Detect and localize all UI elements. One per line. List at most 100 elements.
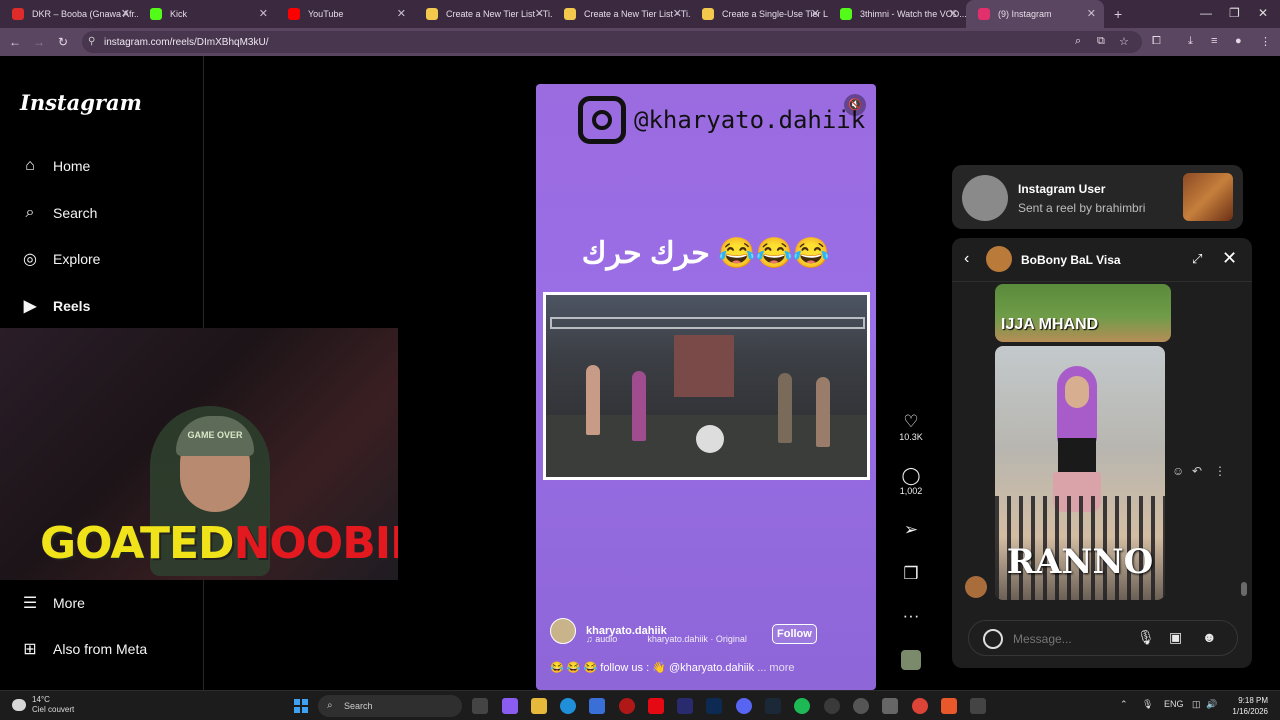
weather-widget[interactable]: 14°C Ciel couvert [32,695,74,715]
back-icon[interactable]: ‹ [964,250,969,268]
close-tab-icon[interactable]: ✕ [949,7,958,20]
settings-icon[interactable] [882,698,898,714]
like-button[interactable]: ♡ 10.3K [896,412,926,442]
close-tab-icon[interactable]: ✕ [397,7,406,20]
snipping-tool-icon[interactable] [970,698,986,714]
spotify-icon[interactable] [794,698,810,714]
app-icon[interactable] [941,698,957,714]
steam-icon[interactable] [765,698,781,714]
edge-icon[interactable] [560,698,576,714]
taskbar-search[interactable]: ⌕ Search [318,695,462,717]
task-view-icon[interactable] [472,698,488,714]
clock[interactable]: 9:18 PM 1/16/2026 [1222,695,1268,717]
react-emoji-icon[interactable]: ☺ [1172,464,1184,478]
browser-menu-icon[interactable]: ⋮ [1260,35,1271,48]
app-icon[interactable] [853,698,869,714]
downloads-icon[interactable]: ⤓ [1188,35,1193,48]
performer [632,371,646,441]
browser-tab[interactable]: Create a New Tier List - Ti... ✕ [414,0,552,28]
premiere-icon[interactable] [677,698,693,714]
sidebar-item-reels[interactable]: ▶ Reels [20,296,91,316]
share-button[interactable]: ➢ [896,520,926,540]
close-tab-icon[interactable]: ✕ [259,7,268,20]
restore-icon[interactable]: ❐ [1229,6,1240,20]
close-window-icon[interactable]: ✕ [1258,6,1268,20]
sidebar-item-explore[interactable]: ◎ Explore [20,249,100,269]
close-tab-icon[interactable]: ✕ [1087,7,1096,20]
instagram-logo[interactable]: Instagram [20,90,142,115]
browser-tab[interactable]: YouTube ✕ [276,0,414,28]
image-icon[interactable]: ▣ [1169,629,1182,646]
forward-icon[interactable]: → [27,35,51,49]
copilot-icon[interactable] [502,698,518,714]
browser-tab[interactable]: 3thimni - Watch the VOD... ✕ [828,0,966,28]
discord-icon[interactable] [736,698,752,714]
shared-reel-message[interactable]: RANNO [995,346,1165,600]
chat-scrollbar[interactable] [1241,286,1247,604]
message-input[interactable] [1013,632,1123,646]
extensions-icon[interactable]: ⧠ [1152,35,1161,48]
chat-avatar[interactable] [986,246,1012,272]
store-icon[interactable] [589,698,605,714]
shared-reel-message[interactable]: IJJA MHAND [995,284,1171,342]
sidebar-item-also-from-meta[interactable]: ⊞ Also from Meta [20,639,147,659]
close-tab-icon[interactable]: ✕ [535,7,544,20]
audio-thumbnail[interactable] [896,650,926,672]
browser-tab[interactable]: DKR – Booba (Gnawa Afr... ✕ [0,0,138,28]
bookmark-star-icon[interactable]: ☆ [1119,35,1129,48]
save-button[interactable]: ❒ [896,564,926,584]
reload-icon[interactable]: ↻ [51,35,75,49]
expand-icon[interactable]: ⤢ [1192,251,1202,267]
reply-icon[interactable]: ↶ [1192,464,1202,478]
message-more-icon[interactable]: ⋮ [1214,464,1226,478]
sidebar-item-search[interactable]: ⌕ Search [20,203,98,223]
obs-icon[interactable] [824,698,840,714]
close-tab-icon[interactable]: ✕ [811,7,820,20]
scrollbar-thumb[interactable] [1241,582,1247,596]
app-icon[interactable] [619,698,635,714]
network-icon[interactable]: ◫ [1192,699,1201,710]
tierlist-favicon-icon [564,8,576,20]
reading-list-icon[interactable]: ≡ [1211,35,1217,47]
close-icon[interactable]: ✕ [1222,248,1237,269]
comment-button[interactable]: ◯ 1,002 [896,466,926,496]
more-link[interactable]: ... more [757,662,794,674]
mute-icon[interactable]: 🔇 [844,94,866,116]
sidebar-item-more[interactable]: ☰ More [20,593,85,613]
follow-button[interactable]: Follow [772,624,817,644]
browser-tab-active[interactable]: (9) Instagram ✕ [966,0,1104,28]
sender-avatar[interactable] [965,576,987,598]
more-options-button[interactable]: ··· [896,606,926,626]
browser-tab[interactable]: Create a Single-Use Tier L... ✕ [690,0,828,28]
chrome-icon[interactable] [912,698,928,714]
emoji-icon[interactable] [983,629,1003,649]
back-icon[interactable]: ← [3,35,27,49]
sticker-icon[interactable]: ☻ [1202,629,1217,645]
install-app-icon[interactable]: ⧉ [1097,35,1105,48]
volume-icon[interactable]: 🔊 [1206,699,1217,710]
mic-icon[interactable]: 🎙 [1142,699,1153,710]
netflix-icon[interactable] [648,698,664,714]
close-tab-icon[interactable]: ✕ [673,7,682,20]
file-explorer-icon[interactable] [531,698,547,714]
reel-audio[interactable]: ♫ audio kharyato.dahiik · Original [586,634,747,644]
author-avatar[interactable] [550,618,576,644]
sidebar-item-home[interactable]: ⌂ Home [20,156,90,176]
url-field[interactable]: ⚲ instagram.com/reels/DImXBhqM3kU/ [82,31,1142,53]
minimize-icon[interactable]: — [1200,6,1212,20]
tray-chevron-icon[interactable]: ⌃ [1120,699,1128,710]
new-tab-icon[interactable]: + [1114,6,1134,22]
photoshop-icon[interactable] [706,698,722,714]
message-notification[interactable]: Instagram User Sent a reel by brahimbri [952,165,1243,229]
zoom-icon[interactable]: ⌕ [1075,35,1081,48]
language-indicator[interactable]: ENG [1164,699,1184,709]
profile-avatar-icon[interactable]: ● [1235,35,1242,47]
browser-tab[interactable]: Create a New Tier List - Ti... ✕ [552,0,690,28]
site-info-icon[interactable]: ⚲ [88,36,95,47]
microphone-icon[interactable]: 🎙 [1137,629,1155,646]
browser-tab[interactable]: Kick ✕ [138,0,276,28]
close-tab-icon[interactable]: ✕ [121,7,130,20]
start-button[interactable] [294,699,308,713]
reel-video[interactable]: @kharyato.dahiik 🔇 حرك حرك 😂😂😂 kharyato.… [536,84,876,690]
chat-title[interactable]: BoBony BaL Visa [1021,253,1121,267]
